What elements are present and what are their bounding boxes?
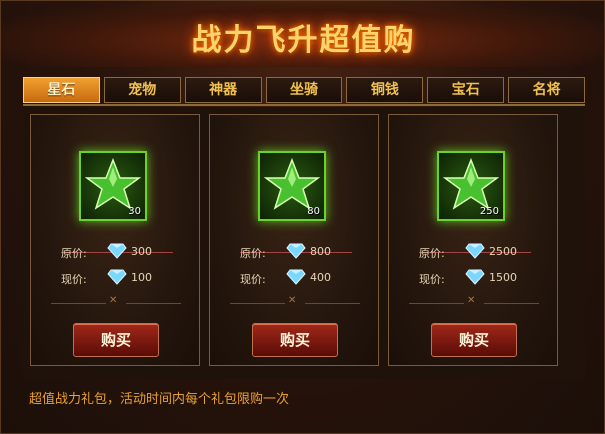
original-price-value: 2500 <box>489 245 517 258</box>
item-card: 30 原价: 300 现价: 100 ✕ 购买 <box>30 114 200 366</box>
item-card: 250 原价: 2500 现价: 1500 ✕ 购买 <box>388 114 558 366</box>
tab-star-stone[interactable]: 星石 <box>23 77 100 103</box>
tab-underline <box>23 104 585 106</box>
title-bar: 战力飞升超值购 <box>1 1 605 67</box>
page-title: 战力飞升超值购 <box>191 23 416 58</box>
promo-panel: 战力飞升超值购 星石 宠物 神器 坐骑 铜钱 宝石 名将 30 原价: 300 <box>0 0 605 434</box>
green-star-stone-icon <box>264 157 320 210</box>
current-price-value: 1500 <box>489 271 517 284</box>
original-price-row: 原价: 2500 <box>419 243 539 261</box>
item-slot[interactable]: 250 <box>437 151 505 221</box>
diamond-icon <box>286 243 306 259</box>
tab-copper[interactable]: 铜钱 <box>346 77 424 103</box>
item-quantity: 30 <box>128 206 141 217</box>
tab-gem[interactable]: 宝石 <box>427 77 505 103</box>
original-price-row: 原价: 800 <box>240 243 360 261</box>
original-price-row: 原价: 300 <box>61 243 181 261</box>
original-price-value: 300 <box>131 245 152 258</box>
ornament-divider: ✕ <box>230 295 360 306</box>
current-price-label: 现价: <box>240 273 266 286</box>
tab-mount[interactable]: 坐骑 <box>265 77 343 103</box>
diamond-icon <box>465 243 485 259</box>
green-star-stone-icon <box>85 157 141 210</box>
item-list: 30 原价: 300 现价: 100 ✕ 购买 80 原价: 800 现价: 4… <box>23 107 585 379</box>
footer-note: 超值战力礼包，活动时间内每个礼包限购一次 <box>29 392 290 407</box>
green-star-stone-icon <box>443 157 499 210</box>
buy-button[interactable]: 购买 <box>252 323 338 357</box>
original-price-label: 原价: <box>419 247 445 260</box>
current-price-label: 现价: <box>61 273 87 286</box>
buy-button[interactable]: 购买 <box>431 323 517 357</box>
diamond-icon <box>107 269 127 285</box>
item-quantity: 250 <box>479 206 499 217</box>
item-quantity: 80 <box>307 206 320 217</box>
diamond-icon <box>465 269 485 285</box>
buy-button[interactable]: 购买 <box>73 323 159 357</box>
diamond-icon <box>286 269 306 285</box>
ornament-divider: ✕ <box>51 295 181 306</box>
item-card: 80 原价: 800 现价: 400 ✕ 购买 <box>209 114 379 366</box>
original-price-value: 800 <box>310 245 331 258</box>
ornament-divider: ✕ <box>409 295 539 306</box>
current-price-value: 400 <box>310 271 331 284</box>
item-slot[interactable]: 80 <box>258 151 326 221</box>
current-price-row: 现价: 100 <box>61 269 181 287</box>
tab-pet[interactable]: 宠物 <box>103 77 181 103</box>
category-tabs: 星石 宠物 神器 坐骑 铜钱 宝石 名将 <box>23 77 586 105</box>
item-slot[interactable]: 30 <box>79 151 147 221</box>
current-price-value: 100 <box>131 271 152 284</box>
current-price-row: 现价: 400 <box>240 269 360 287</box>
original-price-label: 原价: <box>240 247 266 260</box>
tab-general[interactable]: 名将 <box>508 77 586 103</box>
original-price-label: 原价: <box>61 247 87 260</box>
current-price-label: 现价: <box>419 273 445 286</box>
current-price-row: 现价: 1500 <box>419 269 539 287</box>
diamond-icon <box>107 243 127 259</box>
tab-artifact[interactable]: 神器 <box>184 77 262 103</box>
